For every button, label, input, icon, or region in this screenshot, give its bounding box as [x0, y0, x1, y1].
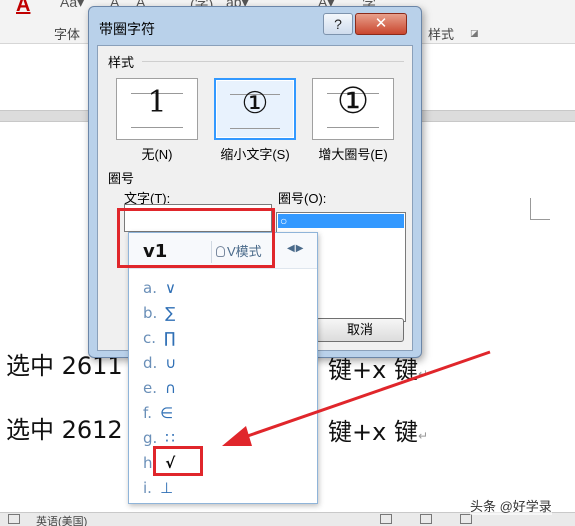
style-enlarge-glyph: ①: [336, 81, 370, 122]
style-shrink-glyph: ①: [241, 86, 269, 121]
style-shrink-label[interactable]: 缩小文字(S): [208, 144, 302, 163]
style-enlarge-label[interactable]: 增大圈号(E): [306, 144, 400, 163]
candidate-symbol: ∩: [165, 379, 176, 397]
candidate-key: i.: [143, 479, 152, 497]
style-option-none[interactable]: 1: [116, 78, 198, 140]
circle-list-label: 圈号(O):: [278, 191, 327, 206]
page-margin-corner: [530, 198, 550, 220]
ime-candidate[interactable]: f. ∈: [143, 404, 173, 422]
candidate-symbol: ∨: [164, 279, 176, 297]
candidate-key: a.: [143, 279, 157, 297]
print-layout-icon[interactable]: [420, 514, 432, 524]
enclose-section-label: 圈号: [108, 171, 135, 186]
ime-candidate[interactable]: c. ∏: [143, 329, 175, 347]
candidate-symbol: ⊥: [159, 479, 174, 497]
help-button[interactable]: ?: [323, 13, 353, 35]
style-option-enlarge-symbol[interactable]: ①: [312, 78, 394, 140]
doc-line-2-suffix: 键+x 键↵: [328, 412, 428, 447]
section-divider: [142, 61, 404, 62]
ime-candidate[interactable]: g. ∷: [143, 429, 175, 447]
candidate-key: c.: [143, 329, 157, 347]
paragraph-mark: ↵: [417, 367, 429, 381]
candidate-symbol: ∷: [165, 429, 175, 447]
candidate-symbol: ∪: [165, 354, 177, 372]
paragraph-mark: ↵: [417, 429, 429, 443]
ime-candidate[interactable]: e. ∩: [143, 379, 176, 397]
read-mode-icon[interactable]: [380, 514, 392, 524]
style-none-glyph: 1: [147, 85, 167, 120]
annotation-box-input: [117, 208, 275, 268]
candidate-key: f.: [143, 404, 152, 422]
ime-candidate[interactable]: i. ⊥: [143, 479, 173, 497]
guide-line: [131, 127, 183, 128]
ime-candidate[interactable]: d. ∪: [143, 354, 176, 372]
style-section-label: 样式: [108, 55, 135, 70]
style-none-label[interactable]: 无(N): [116, 144, 198, 163]
change-case-icon[interactable]: Aa▾: [60, 0, 84, 11]
style-option-shrink-text[interactable]: ①: [214, 78, 296, 140]
styles-launcher-icon[interactable]: ◪: [470, 28, 479, 39]
ime-page-arrows-icon[interactable]: ◀▶: [287, 243, 304, 254]
candidate-symbol: ∏: [164, 329, 176, 347]
guide-line: [327, 127, 379, 128]
candidate-symbol: ∑: [165, 304, 176, 322]
circle-option-selected[interactable]: ○: [278, 214, 404, 228]
candidate-key: g.: [143, 429, 158, 447]
ime-candidate[interactable]: b. ∑: [143, 304, 175, 322]
dialog-title: 带圈字符: [99, 21, 155, 37]
candidate-symbol: ∈: [159, 404, 174, 422]
doc-line-2-suffix-text: 键+x 键: [328, 418, 418, 446]
candidate-key: b.: [143, 304, 158, 322]
doc-line-1-suffix-text: 键+x 键: [328, 356, 418, 384]
cancel-button[interactable]: 取消: [316, 318, 404, 342]
web-layout-icon[interactable]: [460, 514, 472, 524]
candidate-key: d.: [143, 354, 158, 372]
candidate-key: e.: [143, 379, 157, 397]
close-button[interactable]: ✕: [355, 13, 407, 35]
annotation-box-sqrt: [153, 446, 203, 476]
proofing-icon[interactable]: [8, 514, 20, 524]
ime-candidate[interactable]: a. ∨: [143, 279, 176, 297]
language-status[interactable]: 英语(美国): [36, 513, 87, 526]
guide-line: [230, 128, 280, 129]
watermark: 头条 @好学录: [470, 496, 552, 515]
styles-group-label: 样式: [428, 27, 455, 42]
font-group-label: 字体: [54, 27, 81, 42]
doc-line-2-prefix: 选中 2612: [6, 416, 123, 444]
font-color-button[interactable]: A: [16, 0, 30, 17]
